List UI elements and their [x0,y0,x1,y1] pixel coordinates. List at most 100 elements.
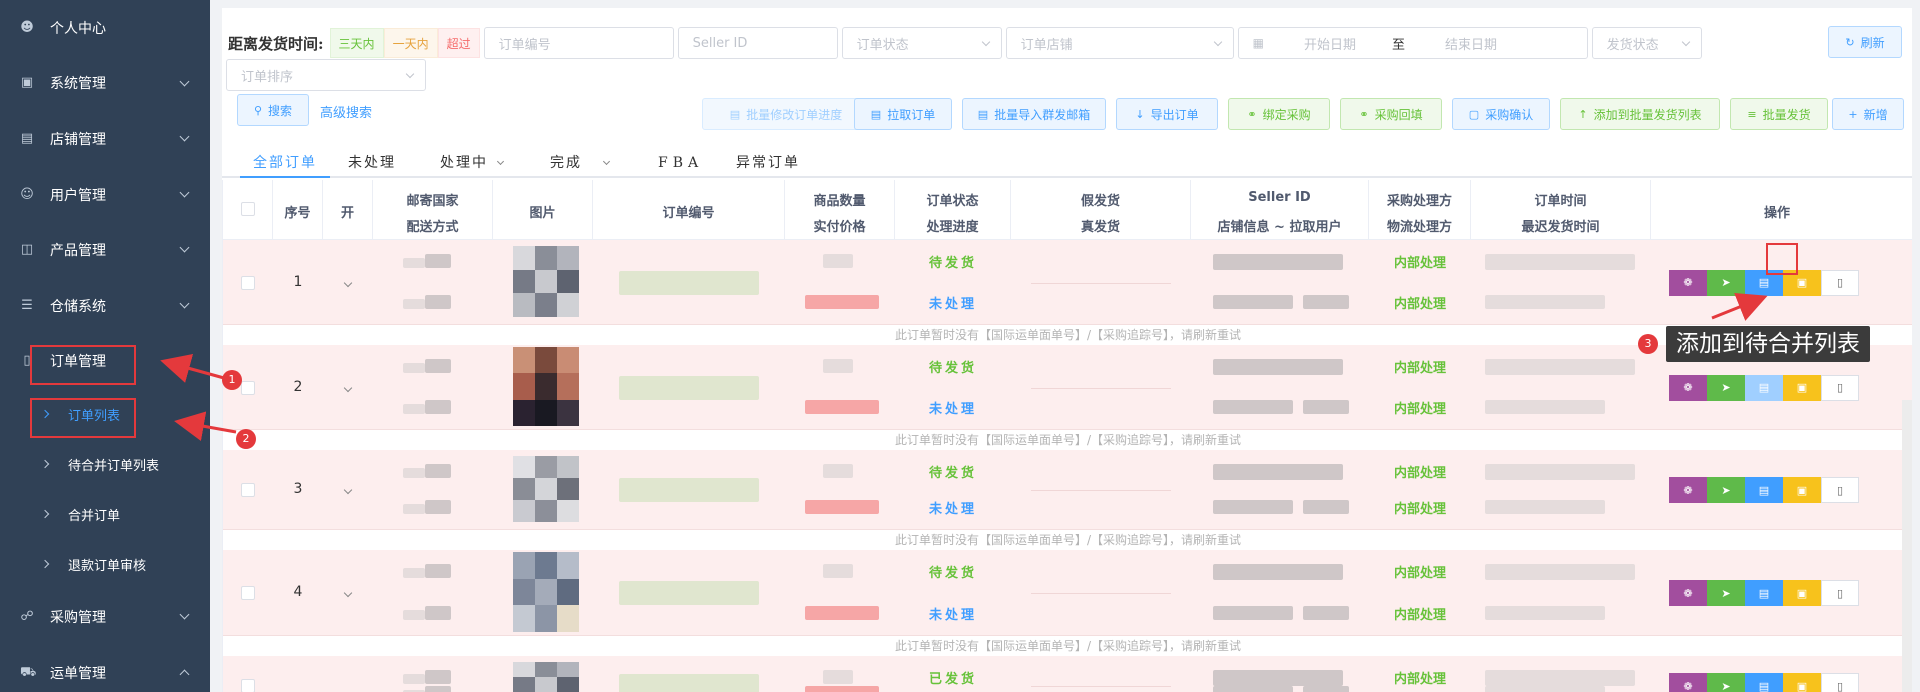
document-button[interactable]: ▯ [1821,580,1859,606]
order-sort-select[interactable]: 订单排序 [226,59,426,91]
seller-id-blur [1213,464,1343,480]
send-button[interactable]: ➤ [1707,374,1745,401]
tab-processing[interactable]: 处理中 [440,148,505,178]
order-status-select[interactable]: 订单状态 [841,27,1002,59]
purchase-confirm-button[interactable]: ▢ 采购确认 [1452,98,1550,130]
tab-completed[interactable]: 完成 [550,148,611,178]
date-range-picker[interactable]: ▦ 开始日期 至 结束日期 [1237,27,1588,59]
send-button[interactable]: ➤ [1707,580,1745,606]
note-button[interactable]: ▣ [1783,580,1821,606]
purchase-backfill-button[interactable]: ⚭ 采购回填 [1340,98,1442,130]
document-icon: ▯ [1836,381,1844,394]
refresh-button[interactable]: ↻ 刷新 [1828,26,1902,58]
expand-row-chevron-icon[interactable] [343,278,353,287]
country-blur [403,674,425,684]
batch-ship-button[interactable]: ≡ 批量发货 [1730,98,1828,130]
settings-button[interactable]: ❁ [1669,269,1707,296]
batch-import-email-button[interactable]: ▤ 批量导入群发邮箱 [962,98,1106,130]
product-image[interactable] [513,347,579,426]
product-image[interactable] [513,662,579,692]
order-store-select[interactable]: 订单店铺 [1005,27,1234,59]
date-separator: 至 [1391,37,1405,53]
quantity-blur [823,254,853,268]
row-actions: ❁ ➤ ▤ ▣ ▯ [1669,673,1859,692]
ship-status-select[interactable]: 发货状态 [1591,27,1702,59]
send-button[interactable]: ➤ [1707,673,1745,692]
download-icon: ↓ [1135,107,1145,121]
row-checkbox[interactable] [241,275,255,290]
sidebar-item-waybill[interactable]: ⛟ 运单管理 [0,645,210,692]
note-button[interactable]: ▣ [1783,477,1821,503]
expand-row-chevron-icon[interactable] [343,383,353,392]
sidebar-item-products[interactable]: ◫ 产品管理 [0,222,210,278]
seller-id-input[interactable]: Seller ID [677,27,838,59]
highlight-orders-menu [30,345,136,385]
purchase-handler-text: 内部处理 [1393,672,1446,687]
tab-abnormal-orders[interactable]: 异常订单 [736,148,800,178]
sidebar-item-warehouse[interactable]: ☰ 仓储系统 [0,278,210,334]
one-day-tag[interactable]: 一天内 [383,28,438,58]
settings-button[interactable]: ❁ [1669,477,1707,503]
header-purchase-handler: 采购处理方 物流处理方 [1369,180,1471,240]
row-checkbox[interactable] [241,483,255,497]
add-to-merge-button[interactable]: ▤ [1745,580,1783,606]
batch-modify-progress-button[interactable]: ▤ 批量修改订单进度 [702,98,870,130]
bind-purchase-button[interactable]: ⚭ 绑定采购 [1228,98,1330,130]
sidebar-item-label: 个人中心 [50,20,106,37]
new-order-button[interactable]: + 新增 [1832,98,1904,130]
document-button[interactable]: ▯ [1821,673,1859,692]
sidebar-subitem-refund-review[interactable]: 退款订单审核 [0,539,210,589]
send-icon: ➤ [1721,276,1731,289]
product-image[interactable] [513,246,579,317]
purchase-handler-text: 内部处理 [1393,256,1446,271]
annotation-badge-1: 1 [222,370,242,390]
add-batch-ship-label: 添加到批量发货列表 [1593,107,1702,122]
sidebar-subitem-pending-merge[interactable]: 待合并订单列表 [0,439,210,489]
note-button[interactable]: ▣ [1783,374,1821,401]
sidebar-item-personal-center[interactable]: ☻ 个人中心 [0,0,210,56]
sidebar-subitem-merge-orders[interactable]: 合并订单 [0,489,210,539]
product-image[interactable] [513,552,579,632]
add-to-merge-button[interactable]: ▤ [1745,477,1783,503]
store-info-blur [1213,686,1293,692]
product-image[interactable] [513,456,579,522]
search-button[interactable]: ⚲ 搜索 [237,94,309,126]
sidebar-item-system[interactable]: ▣ 系统管理 [0,56,210,112]
logistics-handler-text: 内部处理 [1393,402,1446,417]
tab-fba[interactable]: FBA [658,148,703,178]
header-actions: 操作 [1763,206,1790,221]
row-checkbox[interactable] [241,380,255,395]
row-checkbox[interactable] [241,679,255,692]
export-orders-button[interactable]: ↓ 导出订单 [1116,98,1218,130]
document-button[interactable]: ▯ [1821,477,1859,503]
sidebar-item-users[interactable]: ☺ 用户管理 [0,167,210,223]
add-to-merge-button[interactable]: ▤ [1745,673,1783,692]
three-days-tag[interactable]: 三天内 [329,28,384,58]
row-checkbox[interactable] [241,586,255,600]
order-no-input[interactable]: 订单编号 [483,27,674,59]
send-button[interactable]: ➤ [1707,269,1745,296]
table-scrollbar[interactable] [1902,400,1912,692]
select-all-checkbox[interactable] [240,202,255,216]
row-actions: ❁ ➤ ▤ ▣ ▯ [1669,374,1859,401]
expand-row-chevron-icon[interactable] [343,485,353,495]
sidebar-item-store[interactable]: ▤ 店铺管理 [0,111,210,167]
expand-row-chevron-icon[interactable] [343,588,353,598]
document-button[interactable]: ▯ [1821,374,1859,401]
add-to-merge-button[interactable]: ▤ [1745,374,1783,401]
add-batch-ship-list-button[interactable]: ↑ 添加到批量发货列表 [1560,98,1720,130]
tab-unprocessed[interactable]: 未处理 [348,148,396,178]
row-note: 此订单暂时没有【国际运单面单号】/【采购追踪号】，请刷新重试 [223,430,1912,450]
settings-button[interactable]: ❁ [1669,374,1707,401]
pull-orders-button[interactable]: ▤ 拉取订单 [854,98,952,130]
tab-all-orders[interactable]: 全部订单 [240,148,330,178]
settings-button[interactable]: ❁ [1669,580,1707,606]
send-icon: ➤ [1721,586,1731,600]
overdue-tag[interactable]: 超过 [437,28,480,58]
sidebar-item-purchase[interactable]: ☍ 采购管理 [0,589,210,645]
send-button[interactable]: ➤ [1707,477,1745,503]
note-button[interactable]: ▣ [1783,673,1821,692]
settings-button[interactable]: ❁ [1669,673,1707,692]
document-button[interactable]: ▯ [1821,269,1859,296]
advanced-search-link[interactable]: 高级搜索 [320,102,372,121]
